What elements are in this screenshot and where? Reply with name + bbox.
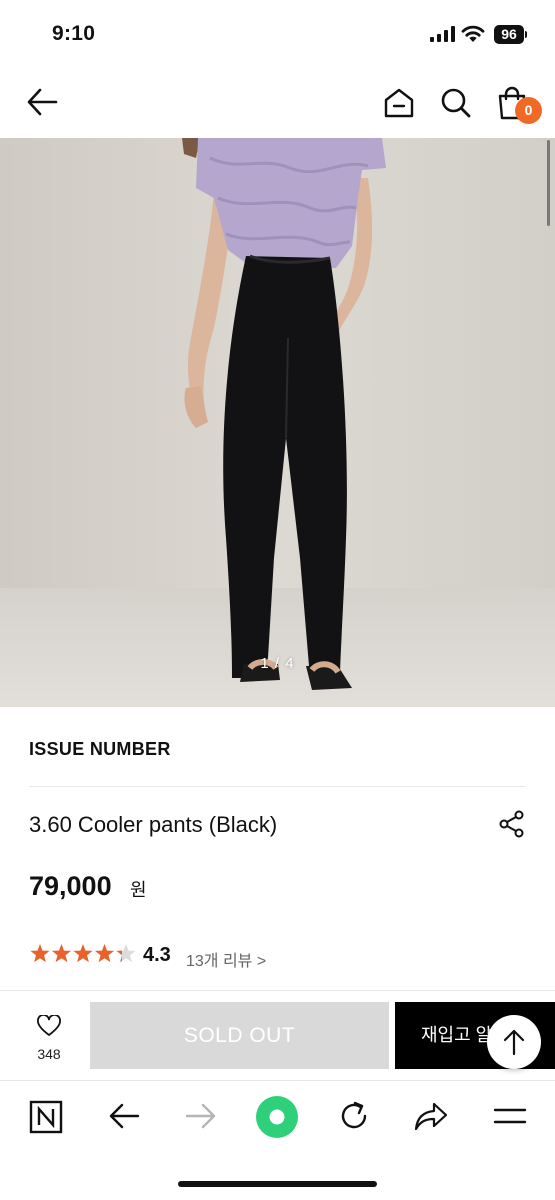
gallery-counter: 1 / 4 — [260, 655, 295, 672]
arrow-up-icon — [503, 1029, 525, 1056]
scroll-to-top-button[interactable] — [487, 1015, 541, 1069]
like-button[interactable]: 348 — [24, 1012, 74, 1072]
rating-star-filled — [73, 944, 93, 963]
wifi-icon — [461, 25, 485, 42]
search-icon[interactable] — [440, 87, 472, 119]
battery-tip — [525, 31, 527, 38]
scrollbar[interactable] — [547, 140, 550, 226]
cart-count-badge[interactable]: 0 — [515, 97, 542, 124]
share-arrow-icon[interactable] — [414, 1100, 448, 1132]
rating-stars — [30, 944, 136, 963]
rating-star-filled — [30, 944, 50, 963]
rating-star-filled — [94, 944, 115, 963]
home-indicator — [178, 1181, 377, 1187]
like-count: 348 — [37, 1046, 61, 1062]
heart-icon — [37, 1015, 61, 1036]
status-bar: 9:10 96 — [0, 0, 555, 70]
reload-icon[interactable] — [338, 1100, 370, 1132]
back-arrow-icon[interactable] — [26, 88, 58, 116]
brand-name[interactable]: ISSUE NUMBER — [29, 739, 171, 760]
browser-forward-icon[interactable] — [185, 1102, 217, 1130]
menu-icon[interactable] — [493, 1104, 527, 1128]
share-icon[interactable] — [498, 810, 526, 838]
rating-star-filled — [51, 944, 72, 963]
browser-back-icon[interactable] — [108, 1102, 140, 1130]
divider — [29, 786, 526, 787]
product-price: 79,000 — [29, 871, 112, 901]
product-image[interactable] — [0, 138, 555, 707]
section-divider — [0, 990, 555, 991]
product-name: 3.60 Cooler pants (Black) — [29, 812, 278, 837]
status-time: 9:10 — [52, 22, 96, 45]
product-photo — [0, 138, 555, 707]
price-currency: 원 — [130, 880, 147, 900]
home-icon[interactable] — [383, 87, 415, 119]
rating-value: 4.3 — [143, 944, 171, 966]
signal-icon — [430, 26, 455, 42]
green-dot-icon[interactable] — [255, 1095, 299, 1139]
sold-out-button[interactable]: SOLD OUT — [90, 1002, 389, 1069]
naver-icon[interactable] — [29, 1100, 63, 1134]
battery-level: 96 — [494, 25, 524, 44]
review-link[interactable]: 13개 리뷰 > — [186, 947, 266, 971]
